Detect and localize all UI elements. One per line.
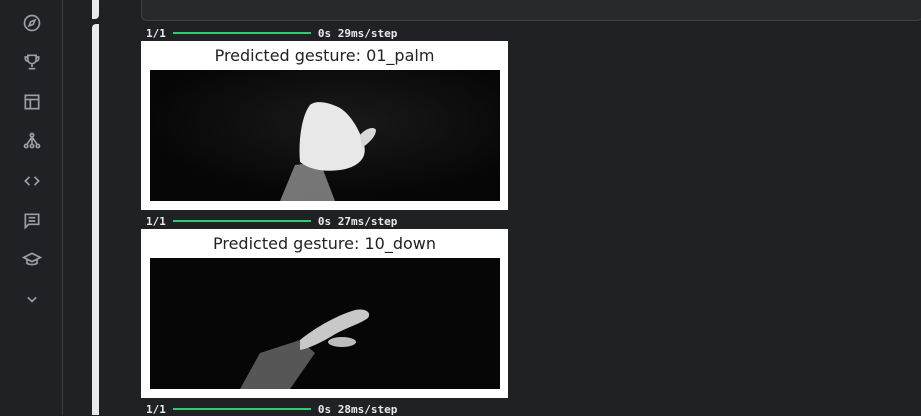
progress-bar [172,408,311,410]
active-cell-indicator[interactable] [92,24,99,415]
trophy-icon[interactable] [21,51,43,73]
code-icon[interactable] [21,170,43,192]
progress-time: 0s 27ms/step [317,214,398,228]
cell-gutter [63,0,92,415]
hand-image [150,258,500,389]
chevron-down-icon[interactable] [21,288,43,310]
table-icon[interactable] [21,91,43,113]
progress-bar [172,32,311,34]
left-sidebar [0,0,63,415]
progress-line: 1/1 0s 29ms/step [146,26,397,40]
figure-title: Predicted gesture: 10_down [212,234,437,253]
hand-image [150,70,500,201]
compass-icon[interactable] [21,12,43,34]
previous-cell-indicator[interactable] [92,0,99,19]
output-figure: Predicted gesture: 01_palm [141,41,508,210]
progress-step: 1/1 [146,214,166,228]
output-figure: Predicted gesture: 10_down [141,229,508,398]
discussion-icon[interactable] [21,210,43,232]
code-input-box[interactable] [141,0,921,21]
learn-icon[interactable] [21,249,43,271]
models-icon[interactable] [21,130,43,152]
progress-step: 1/1 [146,26,166,40]
progress-step: 1/1 [146,402,166,416]
progress-line: 1/1 0s 28ms/step [146,402,397,416]
figure-title: Predicted gesture: 01_palm [214,46,435,65]
palm-hand-image [150,70,500,201]
progress-bar [172,220,311,222]
progress-line: 1/1 0s 27ms/step [146,214,397,228]
down-hand-image [150,258,500,389]
progress-time: 0s 28ms/step [317,402,398,416]
progress-time: 0s 29ms/step [317,26,398,40]
